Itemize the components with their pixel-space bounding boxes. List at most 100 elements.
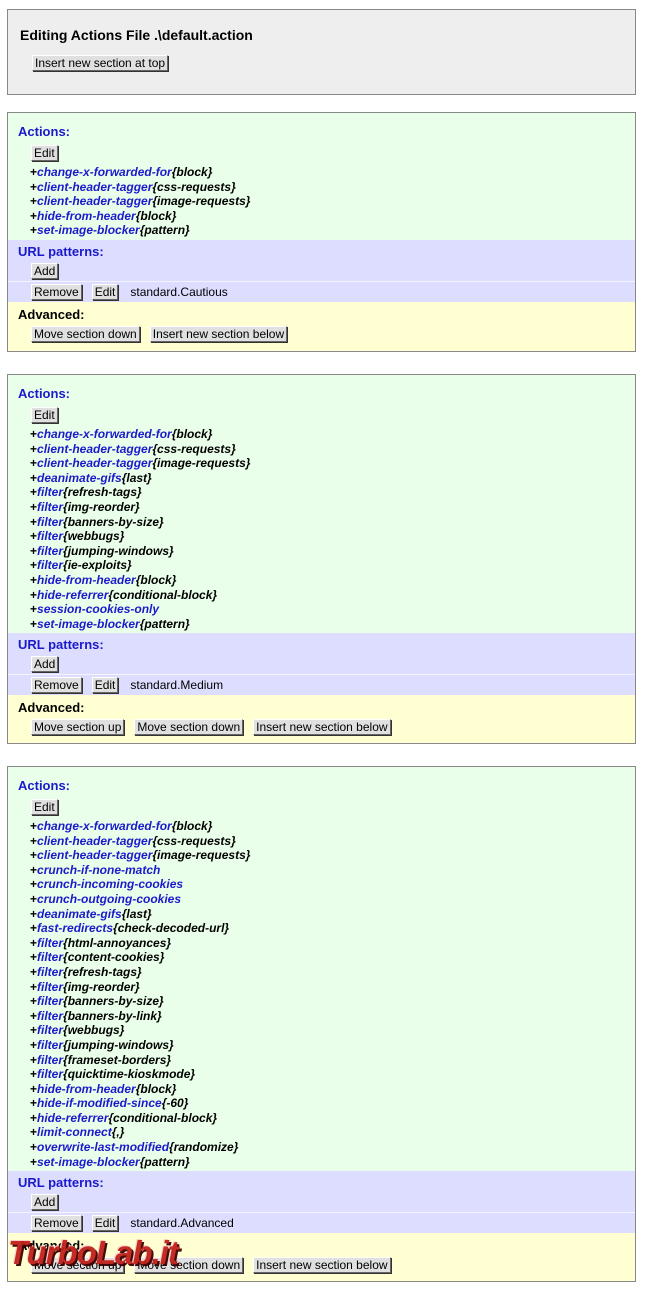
edit-actions-button[interactable]: Edit (31, 799, 58, 815)
action-param: {conditional-block} (108, 587, 218, 602)
action-plus-sign: + (30, 165, 38, 179)
actions-heading: Actions: (18, 124, 70, 139)
edit-pattern-button[interactable]: Edit (91, 677, 119, 694)
action-param: {image-requests} (152, 456, 251, 471)
action-name: overwrite-last-modified (37, 1140, 170, 1155)
action-name: hide-from-header (37, 208, 136, 223)
action-param: {pattern} (139, 1154, 190, 1169)
action-plus-sign: + (30, 833, 38, 848)
action-param: {-60} (161, 1096, 189, 1111)
action-name: deanimate-gifs (37, 470, 122, 485)
action-plus-sign: + (30, 906, 38, 921)
insert-section-below-button[interactable]: Insert new section below (149, 325, 288, 342)
action-param: {banners-by-size} (63, 514, 164, 529)
remove-pattern-button[interactable]: Remove (31, 283, 82, 300)
action-plus-sign: + (30, 994, 38, 1009)
action-entry: +filter{banners-by-size} (30, 994, 635, 1009)
add-pattern-button[interactable]: Add (31, 656, 59, 673)
action-name: client-header-tagger (37, 179, 153, 194)
add-pattern-button[interactable]: Add (31, 1194, 59, 1211)
add-pattern-button[interactable]: Add (31, 262, 59, 279)
action-param: {frameset-borders} (63, 1052, 172, 1067)
action-plus-sign: + (30, 1052, 38, 1067)
action-entry: +crunch-if-none-match (30, 863, 635, 878)
action-list: +change-x-forwarded-for{block} +client-he… (8, 817, 635, 1171)
url-patterns-heading: URL patterns: (18, 637, 104, 653)
action-entry: +filter{banners-by-size} (30, 515, 635, 530)
action-plus-sign: + (30, 1008, 38, 1023)
advanced-heading: Advanced: (18, 700, 85, 716)
action-plus-sign: + (30, 587, 38, 602)
action-plus-sign: + (30, 891, 38, 906)
action-entry: +client-header-tagger{image-requests} (30, 848, 635, 863)
remove-pattern-button[interactable]: Remove (31, 677, 82, 694)
action-name: filter (37, 499, 64, 514)
action-param: {image-requests} (152, 848, 251, 863)
url-pattern-text: standard.Cautious (130, 284, 228, 299)
action-entry: +set-image-blocker{pattern} (30, 223, 635, 238)
action-plus-sign: + (30, 1125, 38, 1140)
action-entry: +filter{webbugs} (30, 529, 635, 544)
actions-heading: Actions: (18, 386, 70, 401)
action-name: set-image-blocker (37, 223, 140, 238)
action-entry: +filter{quicktime-kioskmode} (30, 1067, 635, 1082)
page-title: Editing Actions File .\default.action (20, 27, 253, 43)
action-name: change-x-forwarded-for (37, 427, 172, 441)
action-name: deanimate-gifs (37, 906, 122, 921)
action-plus-sign: + (30, 456, 38, 471)
action-param: {html-annoyances} (63, 935, 172, 950)
action-plus-sign: + (30, 427, 38, 441)
action-entry: +client-header-tagger{image-requests} (30, 456, 635, 471)
action-param: {block} (171, 819, 213, 833)
action-name: client-header-tagger (37, 194, 153, 209)
action-entry: +filter{content-cookies} (30, 950, 635, 965)
action-param: {img-reorder} (63, 499, 140, 514)
action-plus-sign: + (30, 935, 38, 950)
action-entry: +hide-from-header{block} (30, 209, 635, 224)
url-pattern-text: standard.Advanced (130, 1216, 234, 1231)
action-entry: +overwrite-last-modified{randomize} (30, 1140, 635, 1155)
action-param: {img-reorder} (63, 979, 140, 994)
action-param: {content-cookies} (63, 950, 165, 965)
action-name: change-x-forwarded-for (37, 819, 172, 833)
insert-section-below-button[interactable]: Insert new section below (253, 1257, 391, 1274)
move-section-up-button[interactable]: Move section up (31, 1257, 125, 1274)
action-param: {banners-by-link} (63, 1008, 162, 1023)
action-list: +change-x-forwarded-for{block} +client-he… (8, 163, 635, 240)
action-name: filter (37, 1052, 64, 1067)
action-name: hide-from-header (37, 1081, 136, 1096)
action-name: set-image-blocker (37, 1154, 140, 1169)
action-param: {quicktime-kioskmode} (63, 1067, 196, 1082)
action-plus-sign: + (30, 1067, 38, 1082)
action-entry: +hide-from-header{block} (30, 573, 635, 588)
action-param: {css-requests} (152, 441, 236, 456)
advanced-band: Advanced: Move section up Move section d… (8, 1233, 635, 1281)
action-name: crunch-outgoing-cookies (37, 891, 182, 906)
action-name: filter (37, 1067, 64, 1082)
action-name: filter (37, 935, 64, 950)
action-name: client-header-tagger (37, 441, 153, 456)
action-name: fast-redirects (37, 921, 114, 936)
action-param: {check-decoded-url} (113, 921, 230, 936)
edit-actions-button[interactable]: Edit (31, 145, 58, 161)
action-entry: +client-header-tagger{css-requests} (30, 180, 635, 195)
action-section-cautious: Actions: Edit +change-x-forwarded-for{bl… (7, 112, 636, 352)
edit-pattern-button[interactable]: Edit (91, 283, 119, 300)
url-patterns-heading: URL patterns: (18, 1175, 104, 1191)
edit-pattern-button[interactable]: Edit (91, 1215, 119, 1232)
insert-section-top-button[interactable]: Insert new section at top (32, 55, 169, 71)
action-plus-sign: + (30, 921, 38, 936)
move-section-down-button[interactable]: Move section down (134, 1257, 244, 1274)
action-entry: +change-x-forwarded-for{block} (30, 427, 635, 442)
action-entry: +limit-connect{,} (30, 1125, 635, 1140)
action-entry: +hide-from-header{block} (30, 1082, 635, 1097)
remove-pattern-button[interactable]: Remove (31, 1215, 82, 1232)
move-section-down-button[interactable]: Move section down (31, 325, 140, 342)
move-section-up-button[interactable]: Move section up (31, 719, 125, 736)
edit-actions-button[interactable]: Edit (31, 407, 58, 423)
action-name: client-header-tagger (37, 456, 153, 471)
action-plus-sign: + (30, 558, 38, 573)
insert-section-below-button[interactable]: Insert new section below (253, 719, 391, 736)
move-section-down-button[interactable]: Move section down (134, 719, 244, 736)
action-entry: +filter{refresh-tags} (30, 485, 635, 500)
